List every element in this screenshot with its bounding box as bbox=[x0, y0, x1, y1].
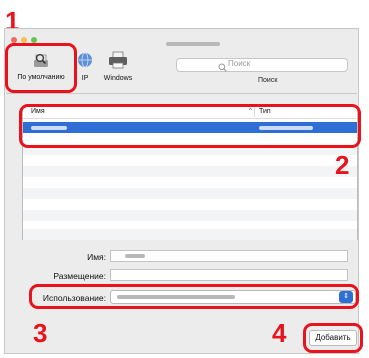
ip-tool-label: IP bbox=[81, 75, 89, 82]
search-input[interactable] bbox=[176, 58, 348, 72]
windows-tool-label: Windows bbox=[103, 75, 133, 82]
search-caption: Поиск bbox=[258, 77, 278, 84]
search-placeholder: Поиск bbox=[228, 59, 251, 68]
step-2-number: 2 bbox=[335, 150, 350, 180]
printer-search-icon bbox=[34, 53, 48, 67]
name-label: Имя: bbox=[87, 252, 106, 262]
add-button[interactable]: Добавить bbox=[309, 330, 357, 346]
default-tool-label: По умолчанию bbox=[17, 74, 65, 81]
use-driver-select[interactable] bbox=[110, 290, 356, 304]
table-row[interactable] bbox=[23, 210, 357, 221]
table-row[interactable] bbox=[23, 188, 357, 199]
name-field[interactable] bbox=[110, 250, 348, 262]
location-label: Размещение: bbox=[53, 271, 106, 281]
window-title bbox=[166, 42, 220, 46]
default-tool-button[interactable]: По умолчанию bbox=[12, 47, 70, 89]
globe-icon bbox=[78, 52, 92, 68]
toolbar-divider bbox=[6, 93, 357, 94]
step-4-number: 4 bbox=[272, 318, 287, 348]
table-row[interactable] bbox=[23, 229, 357, 240]
search-icon bbox=[218, 59, 227, 72]
list-highlight bbox=[19, 104, 361, 148]
driver-value-blurred bbox=[117, 295, 235, 299]
select-chevron-icon[interactable]: ⇕ bbox=[339, 291, 353, 303]
printer-icon bbox=[109, 51, 127, 69]
name-value-blurred bbox=[125, 254, 145, 258]
step-3-number: 3 bbox=[33, 318, 48, 348]
ip-tool-button[interactable]: IP bbox=[76, 52, 94, 86]
windows-tool-button[interactable]: Windows bbox=[98, 50, 138, 86]
table-row[interactable] bbox=[23, 166, 357, 177]
use-label: Использование: bbox=[42, 293, 106, 303]
location-field[interactable] bbox=[110, 269, 348, 281]
